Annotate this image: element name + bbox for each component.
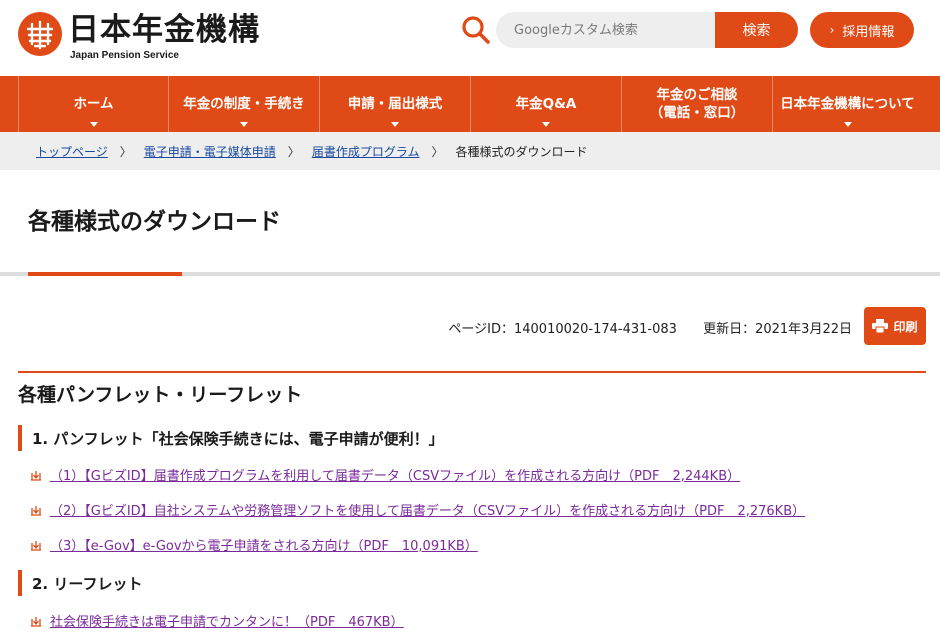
nav-item-home[interactable]: ホーム (18, 76, 169, 132)
nav-item-system[interactable]: 年金の制度・手続き (169, 76, 320, 132)
site-header: 日本年金機構 Japan Pension Service 検索 › 採用情報 (0, 0, 940, 76)
nav-item-label-sub: （電話・窓口） (649, 105, 745, 121)
nav-item-about[interactable]: 日本年金機構について (773, 76, 922, 132)
subsection-heading-pamphlet: 1. パンフレット「社会保険手続きには、電子申請が便利！」 (18, 425, 444, 451)
pdf-file-icon (31, 505, 41, 516)
breadcrumb-link-top[interactable]: トップページ (36, 143, 108, 160)
page-title: 各種様式のダウンロード (28, 209, 281, 235)
search-input[interactable] (496, 12, 715, 48)
logo-subtitle: Japan Pension Service (70, 50, 179, 61)
caret-down-icon (89, 122, 98, 127)
section-divider (18, 371, 926, 373)
breadcrumb-separator: 〉 (431, 144, 444, 159)
page-meta: ページID：140010020-174-431-083 更新日：2021年3月2… (448, 318, 852, 337)
list-item: （1）【GビズID】届書作成プログラムを利用して届書データ（CSVファイル）を作… (30, 465, 740, 484)
subsection-heading-leaflet: 2. リーフレット (18, 570, 142, 596)
caret-down-icon (843, 122, 852, 127)
updated-date: 更新日：2021年3月22日 (703, 322, 852, 337)
nav-item-label: ホーム (73, 96, 114, 112)
logo-title: 日本年金機構 (68, 12, 260, 48)
global-nav: ホーム 年金の制度・手続き 申請・届出様式 年金Q&A 年金のご相談 （電話・窓… (0, 76, 940, 132)
recruit-button-label: 採用情報 (842, 24, 895, 40)
logo-emblem-icon (18, 12, 62, 56)
pdf-download-link[interactable]: （3）【e-Gov】e-Govから電子申請をされる方向け（PDF 10,091K… (50, 535, 478, 554)
page-id: ページID：140010020-174-431-083 (448, 322, 677, 337)
search-icon (462, 16, 490, 44)
pdf-file-icon (31, 616, 41, 627)
caret-down-icon (240, 122, 248, 127)
pdf-file-icon (31, 540, 41, 551)
list-item: （2）【GビズID】自社システムや労務管理ソフトを使用して届書データ（CSVファ… (30, 500, 805, 519)
page-title-area: 各種様式のダウンロード (0, 170, 940, 280)
nav-item-consultation[interactable]: 年金のご相談 （電話・窓口） (622, 76, 773, 132)
breadcrumb-separator: 〉 (287, 144, 300, 159)
nav-item-forms[interactable]: 申請・届出様式 (320, 76, 471, 132)
nav-item-label: 年金の制度・手続き (183, 96, 305, 112)
pdf-file-icon (31, 470, 41, 481)
pdf-download-link[interactable]: （2）【GビズID】自社システムや労務管理ソフトを使用して届書データ（CSVファ… (50, 500, 805, 519)
print-button-label: 印刷 (893, 319, 918, 334)
site-logo[interactable]: 日本年金機構 Japan Pension Service (18, 12, 260, 61)
pdf-download-link[interactable]: （1）【GビズID】届書作成プログラムを利用して届書データ（CSVファイル）を作… (50, 465, 740, 484)
nav-item-label: 年金Q&A (515, 96, 577, 112)
title-divider-accent (28, 272, 182, 276)
caret-down-icon (391, 122, 399, 127)
list-item: 社会保険手続きは電子申請でカンタンに！（PDF 467KB） (30, 611, 404, 630)
search-button[interactable]: 検索 (715, 12, 798, 48)
nav-item-label: 日本年金機構について (780, 96, 915, 112)
breadcrumb-separator: 〉 (119, 144, 132, 159)
nav-item-label: 年金のご相談 (656, 87, 738, 103)
list-item: （3）【e-Gov】e-Govから電子申請をされる方向け（PDF 10,091K… (30, 535, 478, 554)
nav-item-label: 申請・届出様式 (347, 96, 443, 112)
breadcrumb: トップページ 〉 電子申請・電子媒体申請 〉 届書作成プログラム 〉 各種様式の… (0, 132, 940, 170)
recruit-button[interactable]: › 採用情報 (810, 12, 914, 48)
printer-icon (872, 319, 889, 333)
pdf-download-link[interactable]: 社会保険手続きは電子申請でカンタンに！（PDF 467KB） (50, 611, 404, 630)
breadcrumb-current: 各種様式のダウンロード (455, 144, 588, 159)
section-title: 各種パンフレット・リーフレット (18, 384, 303, 406)
caret-down-icon (542, 122, 550, 127)
breadcrumb-link-program[interactable]: 届書作成プログラム (312, 143, 420, 160)
chevron-right-icon: › (829, 23, 835, 37)
print-button[interactable]: 印刷 (864, 307, 926, 345)
breadcrumb-link-electronic[interactable]: 電子申請・電子媒体申請 (144, 143, 276, 160)
nav-item-qa[interactable]: 年金Q&A (471, 76, 622, 132)
